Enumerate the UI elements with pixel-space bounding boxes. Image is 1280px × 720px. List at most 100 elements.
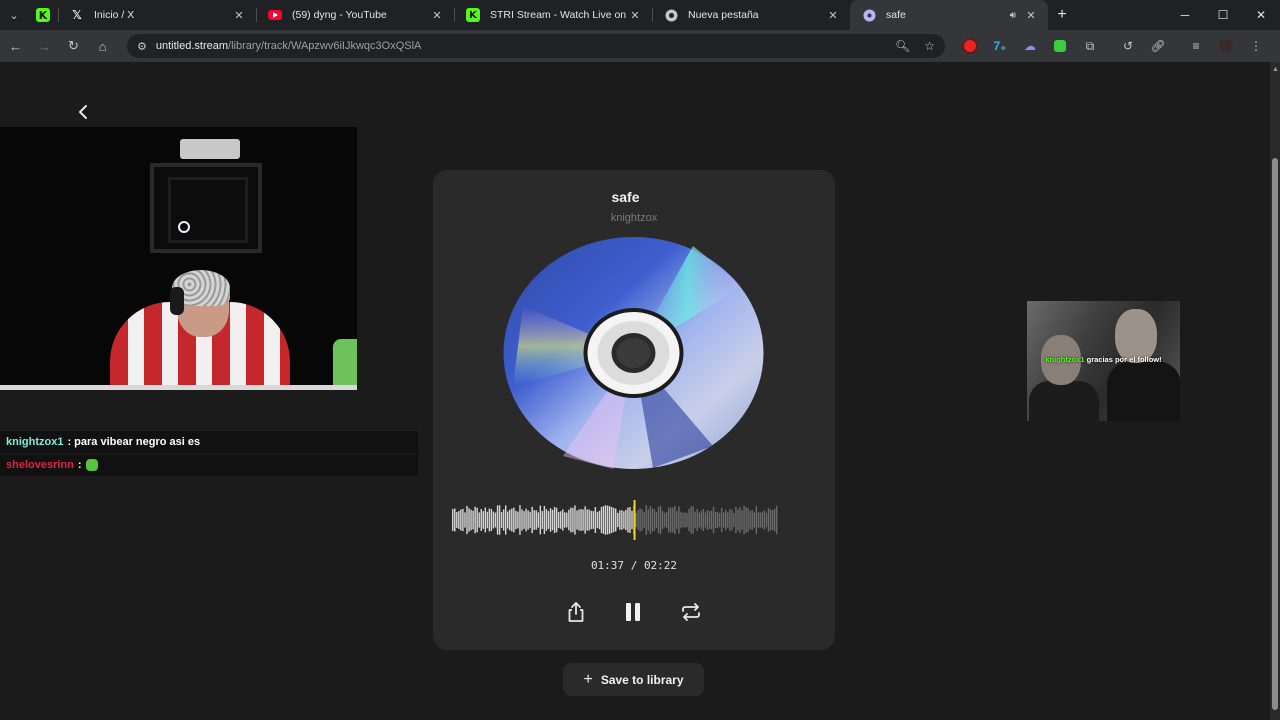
page-scrollbar[interactable]: ▲	[1270, 62, 1280, 720]
chat-text: :	[77, 459, 82, 471]
save-to-library-button[interactable]: + Save to library	[563, 663, 704, 696]
waveform-bar	[755, 505, 758, 535]
reload-icon[interactable]: ↻	[59, 30, 88, 62]
puzzle-extensions-icon[interactable]: ⧉	[1075, 30, 1105, 62]
close-window-icon[interactable]: ✕	[1242, 0, 1280, 30]
media-control-icon[interactable]: ≡	[1181, 30, 1211, 62]
profile-avatar-icon[interactable]	[1211, 30, 1241, 62]
url-path: /library/track/WApzwv6iIJkwqc3OxQSlA	[228, 40, 422, 52]
waveform-bar	[670, 507, 672, 533]
tab-safe[interactable]: safe 🔊︎ ✕	[850, 0, 1048, 30]
waveform-bar	[631, 510, 633, 530]
waveform-bar	[553, 506, 556, 534]
waveform-bar	[555, 507, 558, 533]
waveform-bar	[739, 507, 741, 533]
close-icon[interactable]: ✕	[232, 9, 246, 22]
waveform-bar	[537, 512, 540, 528]
waveform-bar	[549, 508, 552, 532]
tab-search-chevron-icon[interactable]: ⌄	[0, 0, 28, 30]
share-button[interactable]	[562, 598, 590, 626]
close-icon[interactable]: ✕	[628, 9, 642, 22]
waveform-bar	[763, 510, 766, 530]
cloud-extension-icon[interactable]: ☁	[1015, 30, 1045, 62]
waveform-bar	[504, 505, 507, 535]
pause-button[interactable]	[619, 598, 647, 626]
waveform-bar	[513, 507, 515, 533]
close-icon[interactable]: ✕	[1024, 9, 1038, 22]
waveform-bar	[680, 511, 682, 529]
tab-kick-stream[interactable]: K STRI Stream - Watch Live on Ki ✕	[454, 0, 652, 30]
tab-youtube[interactable]: (59) dyng - YouTube ✕	[256, 0, 454, 30]
waveform-bar	[533, 510, 535, 530]
scroll-up-icon[interactable]: ▲	[1272, 66, 1279, 73]
kebab-menu-icon[interactable]: ⋮	[1241, 30, 1271, 62]
waveform-bar	[749, 510, 751, 530]
green-extension-icon[interactable]	[1045, 30, 1075, 62]
waveform-bar	[494, 512, 497, 528]
waveform-bar	[672, 507, 674, 533]
repeat-button[interactable]	[677, 598, 705, 626]
waveform-bar	[541, 511, 544, 529]
waveform-bar	[480, 509, 482, 531]
waveform-bar	[710, 510, 713, 530]
follow-alert-user: knightzox1	[1045, 355, 1085, 364]
duration: 02:22	[643, 559, 678, 572]
streamer-webcam	[0, 127, 357, 390]
zoom-icon[interactable]: 🔍︎	[895, 39, 910, 53]
tab-x[interactable]: 𝕏 Inicio / X ✕	[58, 0, 256, 30]
audio-waveform-scrubber[interactable]	[452, 500, 778, 540]
waveform-bar	[458, 511, 460, 529]
follow-alert-message: gracias por el follow!	[1086, 355, 1162, 364]
waveform-bar	[686, 512, 688, 528]
waveform-bar	[454, 508, 456, 532]
maximize-icon[interactable]: ☐	[1204, 0, 1242, 30]
home-icon[interactable]: ⌂	[88, 30, 117, 62]
history-icon[interactable]: ↺	[1113, 30, 1143, 62]
waveform-bar	[727, 512, 729, 528]
waveform-bar	[478, 512, 480, 528]
back-arrow-icon[interactable]: ←	[1, 30, 30, 62]
back-button[interactable]	[66, 95, 100, 129]
waveform-bar	[751, 510, 753, 530]
pinned-tab-kick[interactable]: K	[28, 0, 58, 30]
waveform-bar	[655, 512, 658, 528]
waveform-bar	[531, 506, 533, 534]
repeat-icon	[682, 603, 700, 621]
forward-arrow-icon[interactable]: →	[30, 30, 59, 62]
bookmark-star-icon[interactable]: ☆	[924, 39, 935, 53]
link-icon[interactable]: 🔗︎	[1143, 30, 1173, 62]
track-artist[interactable]: knightzox	[433, 212, 835, 224]
chat-username: shelovesrinn	[6, 459, 74, 471]
waveform-bar	[490, 509, 493, 531]
waveform-bar	[464, 512, 466, 528]
address-bar[interactable]: ⚙ untitled.stream /library/track/WApzwv6…	[127, 34, 945, 58]
close-icon[interactable]: ✕	[826, 9, 840, 22]
waveform-bar	[698, 512, 700, 528]
waveform-bar	[551, 509, 554, 531]
record-extension-icon[interactable]	[955, 30, 985, 62]
speaker-icon[interactable]: 🔊︎	[1010, 10, 1016, 21]
waveform-bar	[722, 512, 725, 528]
scrollbar-thumb[interactable]	[1272, 158, 1278, 710]
playhead[interactable]	[633, 500, 636, 540]
minimize-icon[interactable]: ─	[1166, 0, 1204, 30]
waveform-bar	[608, 506, 611, 534]
translate-extension-icon[interactable]: 7₊	[985, 30, 1015, 62]
site-settings-icon[interactable]: ⚙	[137, 40, 147, 53]
close-icon[interactable]: ✕	[430, 9, 444, 22]
waveform-bar	[572, 507, 574, 533]
waveform-bar	[663, 512, 666, 528]
playback-controls	[433, 598, 835, 626]
waveform-bar	[696, 509, 698, 531]
waveform-bar	[704, 512, 707, 528]
waveform-bar	[700, 510, 703, 530]
waveform-bar	[743, 505, 745, 535]
tab-new-tab[interactable]: Nueva pestaña ✕	[652, 0, 850, 30]
room-window	[150, 163, 262, 253]
waveform-bar	[521, 509, 523, 531]
new-tab-button[interactable]: +	[1048, 0, 1076, 30]
waveform-bar	[651, 508, 654, 532]
tab-strip: ⌄ K 𝕏 Inicio / X ✕ (59) dyng - YouTube ✕…	[0, 0, 1280, 30]
chat-username: knightzox1	[6, 436, 64, 448]
waveform-bar	[716, 511, 719, 529]
